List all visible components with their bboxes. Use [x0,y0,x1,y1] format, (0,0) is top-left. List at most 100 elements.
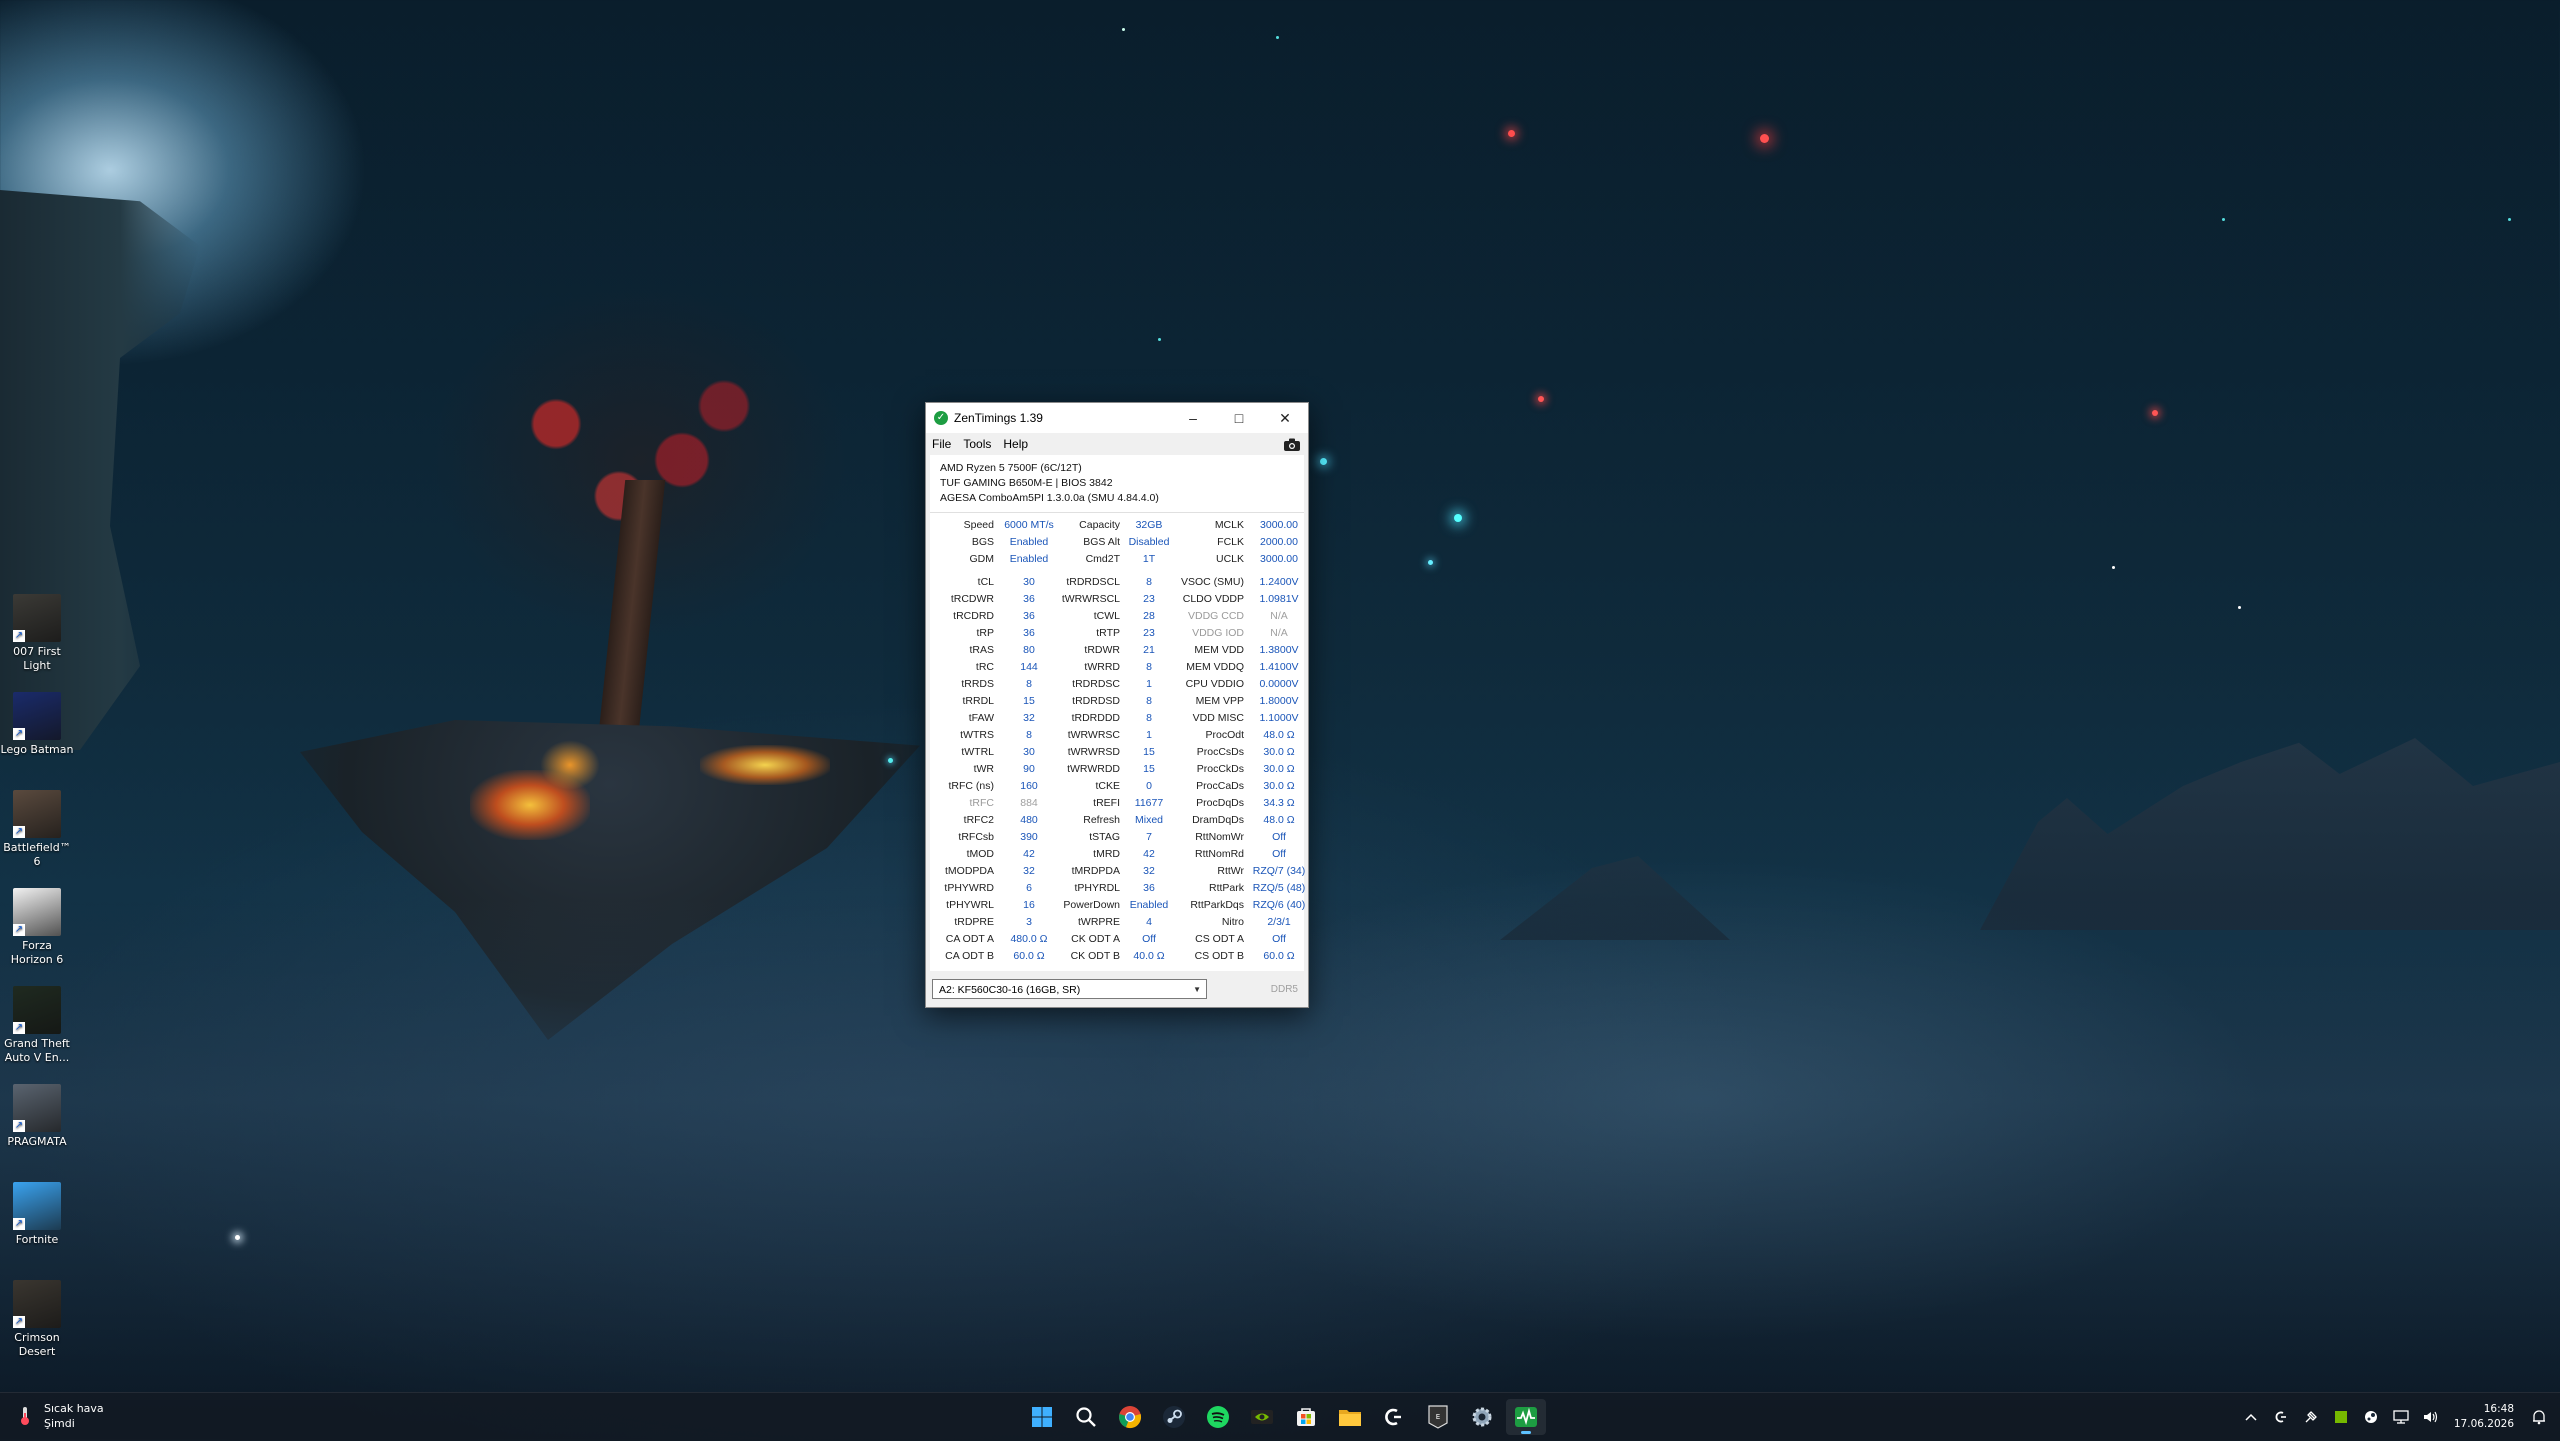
desktop-icon[interactable]: ↗ 007 First Light [0,594,74,673]
agesa-info: AGESA ComboAm5PI 1.3.0.0a (SMU 4.84.4.0) [940,492,1159,504]
notification-bell-icon[interactable] [2528,1406,2550,1428]
minimize-button[interactable]: – [1170,403,1216,433]
weather-subtitle: Şimdi [44,1417,75,1430]
timing-label: BGS [971,536,994,548]
timing-label: tWRWRSCL [1061,593,1120,605]
menu-tools[interactable]: Tools [957,437,997,451]
settings-icon[interactable] [1462,1399,1502,1435]
game-thumbnail-icon: ↗ [13,1280,61,1328]
timing-value: 1T [1142,553,1156,565]
epic-icon[interactable]: E [1418,1399,1458,1435]
timing-label: BGS Alt [1083,536,1120,548]
system-info: AMD Ryzen 5 7500F (6C/12T) TUF GAMING B6… [930,455,1304,513]
timing-label: tWR [973,763,994,775]
steam-tray-icon[interactable] [2360,1406,2382,1428]
timing-value: RZQ/6 (40) [1252,899,1306,911]
chevron-up-icon[interactable] [2240,1406,2262,1428]
chrome-icon[interactable] [1110,1399,1150,1435]
timing-row: tPHYWRD 6 tPHYRDL 36 RttPark RZQ/5 (48) [934,880,1305,897]
memory-module-select[interactable]: A2: KF560C30-16 (16GB, SR) ▼ [932,979,1207,999]
timing-label: tCL [977,576,994,588]
game-thumbnail-icon: ↗ [13,790,61,838]
logitech-icon[interactable] [1374,1399,1414,1435]
menu-help[interactable]: Help [997,437,1034,451]
title-bar[interactable]: ✓ ZenTimings 1.39 – □ ✕ [926,403,1308,433]
timing-row: tRDPRE 3 tWRPRE 4 Nitro 2/3/1 [934,914,1300,931]
timing-label: tSTAG [1089,831,1120,843]
shortcut-arrow-icon: ↗ [13,1316,25,1328]
volume-icon[interactable] [2420,1406,2442,1428]
wallpaper-star [1428,560,1433,565]
thermometer-icon [14,1405,36,1427]
desktop-icon[interactable]: ↗ Battlefield™ 6 [0,790,74,869]
maximize-button[interactable]: □ [1216,403,1262,433]
weather-widget[interactable]: Sıcak hava Şimdi [14,1401,104,1431]
nvidia-tray-icon[interactable] [2330,1406,2352,1428]
menu-file[interactable]: File [926,437,957,451]
timing-label: CA ODT A [945,933,994,945]
timing-value: Disabled [1128,536,1170,548]
wallpaper-star [1276,36,1279,39]
timing-value: 30 [1023,746,1035,758]
timing-value: 32 [1023,865,1035,877]
timing-value: 23 [1143,593,1155,605]
timing-value: 30.0 Ω [1263,780,1295,792]
wallpaper-tree [430,280,850,640]
timing-label: tRFC (ns) [948,780,995,792]
timing-label: RttNomRd [1194,848,1244,860]
timing-label: tPHYWRL [946,899,994,911]
taskbar: Sıcak hava Şimdi E 16:48 17.06.2026 [0,1392,2560,1441]
pin-icon[interactable] [2300,1406,2322,1428]
timing-label: ProcCsDs [1196,746,1244,758]
memory-module-value: A2: KF560C30-16 (16GB, SR) [939,984,1081,996]
search-icon[interactable] [1066,1399,1106,1435]
wallpaper-floating-island [300,720,920,1040]
timing-value: 480.0 Ω [1010,933,1048,945]
timing-value: 1.8000V [1259,695,1299,707]
timing-label: tRFC2 [963,814,994,826]
spotify-icon[interactable] [1198,1399,1238,1435]
timing-row: tRFC2 480 Refresh Mixed DramDqDs 48.0 Ω [934,812,1300,829]
clock[interactable]: 16:48 17.06.2026 [2454,1402,2514,1432]
shortcut-arrow-icon: ↗ [13,924,25,936]
logitech-tray-icon[interactable] [2270,1406,2292,1428]
wallpaper-star [2112,566,2115,569]
zentimings-app-icon: ✓ [934,411,948,425]
timing-row: CA ODT A 480.0 Ω CK ODT A Off CS ODT A Off [934,931,1300,948]
desktop-icon[interactable]: ↗ Fortnite [0,1182,74,1247]
desktop-icon-label: Fortnite [15,1233,59,1246]
desktop-icon[interactable]: ↗ PRAGMATA [0,1084,74,1149]
timing-label: ProcCaDs [1196,780,1244,792]
zentimings-icon[interactable] [1506,1399,1546,1435]
timing-value: 3 [1026,916,1032,928]
timing-label: tRDRDSC [1072,678,1120,690]
timing-value: 390 [1020,831,1038,843]
desktop-icon[interactable]: ↗ Crimson Desert [0,1280,74,1359]
timing-label: VSOC (SMU) [1181,576,1244,588]
close-button[interactable]: ✕ [1262,403,1308,433]
screenshot-camera-icon[interactable] [1284,438,1300,451]
timing-value: N/A [1270,627,1288,639]
timing-value: 80 [1023,644,1035,656]
timing-row: tRP 36 tRTP 23 VDDG IOD N/A [934,625,1300,642]
timing-label: tCWL [1093,610,1120,622]
timing-label: FCLK [1217,536,1244,548]
steam-icon[interactable] [1154,1399,1194,1435]
start-icon[interactable] [1022,1399,1062,1435]
desktop-icon[interactable]: ↗ Lego Batman [0,692,74,757]
timing-label: MEM VDD [1194,644,1244,656]
timing-value: 2000.00 [1260,536,1298,548]
desktop-icon[interactable]: ↗ Grand Theft Auto V En... [0,986,74,1065]
timing-value: 15 [1023,695,1035,707]
network-icon[interactable] [2390,1406,2412,1428]
timing-value: 30.0 Ω [1263,763,1295,775]
timing-value: 8 [1146,695,1152,707]
file-explorer-icon[interactable] [1330,1399,1370,1435]
store-icon[interactable] [1286,1399,1326,1435]
zentimings-window[interactable]: ✓ ZenTimings 1.39 – □ ✕ File Tools Help … [925,402,1309,1008]
wallpaper-star [888,758,893,763]
desktop-icon[interactable]: ↗ Forza Horizon 6 [0,888,74,967]
nvidia-icon[interactable] [1242,1399,1282,1435]
timing-label: tWTRL [961,746,994,758]
timing-label: VDD MISC [1192,712,1244,724]
